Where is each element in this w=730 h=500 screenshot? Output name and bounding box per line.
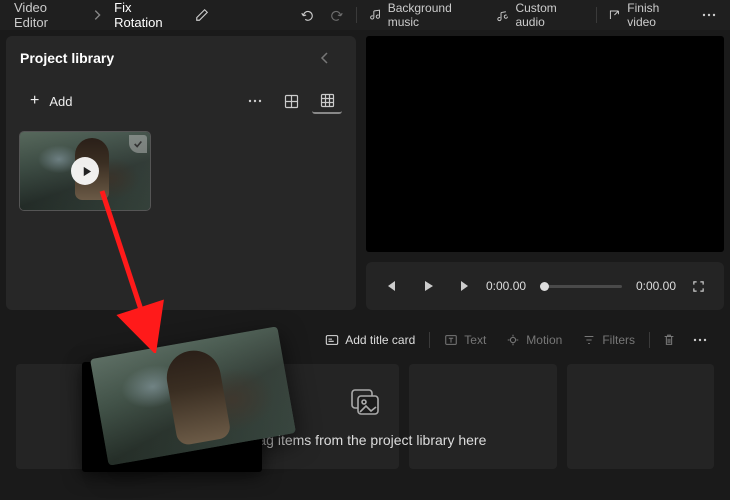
selected-check-icon: [129, 135, 147, 153]
motion-label: Motion: [526, 333, 562, 347]
finish-video-label: Finish video: [627, 1, 686, 29]
preview-panel: 0:00.00 0:00.00: [366, 36, 724, 310]
preview-screen[interactable]: [366, 36, 724, 252]
prev-frame-button[interactable]: [378, 272, 406, 300]
total-time: 0:00.00: [636, 279, 676, 293]
library-title: Project library: [20, 50, 114, 66]
view-large-button[interactable]: [276, 88, 306, 114]
chevron-right-icon: [90, 8, 104, 22]
library-collapse-button[interactable]: [320, 51, 342, 65]
add-title-card-label: Add title card: [345, 333, 415, 347]
play-overlay-icon: [71, 157, 99, 185]
background-music-label: Background music: [388, 1, 479, 29]
current-time: 0:00.00: [486, 279, 526, 293]
next-frame-button[interactable]: [450, 272, 478, 300]
background-music-button[interactable]: Background music: [361, 0, 487, 32]
plus-icon: +: [30, 92, 39, 110]
more-icon[interactable]: [696, 2, 722, 28]
top-bar: Video Editor Fix Rotation Background mus…: [0, 0, 730, 30]
timeline-more-button[interactable]: [686, 328, 714, 352]
edit-icon[interactable]: [189, 2, 215, 28]
library-clip-thumbnail[interactable]: [20, 132, 150, 210]
filters-label: Filters: [602, 333, 635, 347]
add-media-button[interactable]: + Add: [20, 88, 82, 114]
filters-button[interactable]: Filters: [574, 329, 643, 351]
breadcrumb-root[interactable]: Video Editor: [8, 0, 86, 34]
storyboard-slot[interactable]: [409, 364, 556, 469]
delete-button[interactable]: [656, 329, 682, 351]
library-more-button[interactable]: [240, 88, 270, 114]
storyboard-slot[interactable]: [567, 364, 714, 469]
text-button[interactable]: Text: [436, 329, 494, 351]
project-library-panel: Project library + Add: [6, 36, 356, 310]
fullscreen-button[interactable]: [684, 272, 712, 300]
undo-button[interactable]: [293, 2, 319, 28]
motion-button[interactable]: Motion: [498, 329, 570, 351]
add-label: Add: [49, 94, 72, 109]
custom-audio-label: Custom audio: [515, 1, 583, 29]
main-area: Project library + Add: [0, 30, 730, 310]
custom-audio-button[interactable]: Custom audio: [489, 0, 592, 32]
add-title-card-button[interactable]: Add title card: [317, 329, 423, 351]
seek-bar[interactable]: [540, 285, 622, 288]
redo-button[interactable]: [324, 2, 350, 28]
breadcrumb-current[interactable]: Fix Rotation: [108, 0, 185, 34]
transport-bar: 0:00.00 0:00.00: [366, 262, 724, 310]
play-button[interactable]: [414, 272, 442, 300]
view-grid-button[interactable]: [312, 88, 342, 114]
finish-video-button[interactable]: Finish video: [600, 0, 694, 32]
text-label: Text: [464, 333, 486, 347]
dragged-clip-ghost: [82, 350, 282, 470]
